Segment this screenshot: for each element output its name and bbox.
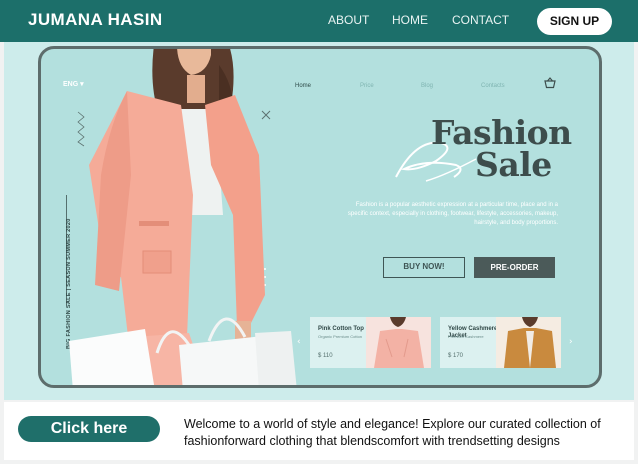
- pre-order-button[interactable]: PRE-ORDER: [474, 257, 555, 278]
- click-here-button[interactable]: Click here: [18, 416, 160, 442]
- product-price: $ 110: [318, 353, 333, 359]
- nav-home[interactable]: HOME: [392, 13, 428, 27]
- buy-now-button[interactable]: BUY NOW!: [383, 257, 465, 278]
- pink-top-image: [366, 317, 431, 368]
- mockup-nav-price[interactable]: Price: [360, 83, 374, 89]
- product-subtitle: Organic Premium Cotton: [318, 334, 363, 339]
- shopping-basket-icon[interactable]: [544, 77, 556, 89]
- product-name: Pink Cotton Top: [318, 326, 364, 332]
- nav-about[interactable]: ABOUT: [328, 13, 369, 27]
- sign-up-button[interactable]: SIGN UP: [537, 8, 612, 35]
- headline-sale: Sale: [475, 145, 552, 184]
- fashion-model-image: [69, 49, 297, 385]
- carousel-next-arrow[interactable]: ›: [569, 337, 573, 347]
- fashion-description: Fashion is a popular aesthetic expressio…: [347, 202, 558, 226]
- product-subtitle: Premium Cashmere: [448, 334, 484, 339]
- mockup-nav-blog[interactable]: Blog: [421, 83, 433, 89]
- product-card[interactable]: Pink Cotton Top Organic Premium Cotton $…: [310, 317, 431, 368]
- website-mockup: ENG ▾ Home Price Blog Contacts BIG FASHI…: [38, 46, 602, 388]
- brand-name[interactable]: JUMANA HASIN: [28, 10, 163, 30]
- product-card[interactable]: Yellow Cashmere Jacket Premium Cashmere …: [440, 317, 561, 368]
- product-price: $ 170: [448, 353, 464, 359]
- mockup-nav-contacts[interactable]: Contacts: [481, 83, 505, 89]
- carousel-prev-arrow[interactable]: ‹: [297, 337, 301, 347]
- top-navbar: JUMANA HASIN ABOUT HOME CONTACT SIGN UP: [0, 0, 638, 42]
- welcome-text: Welcome to a world of style and elegance…: [184, 417, 601, 448]
- nav-contact[interactable]: CONTACT: [452, 13, 509, 27]
- yellow-jacket-image: [496, 317, 561, 368]
